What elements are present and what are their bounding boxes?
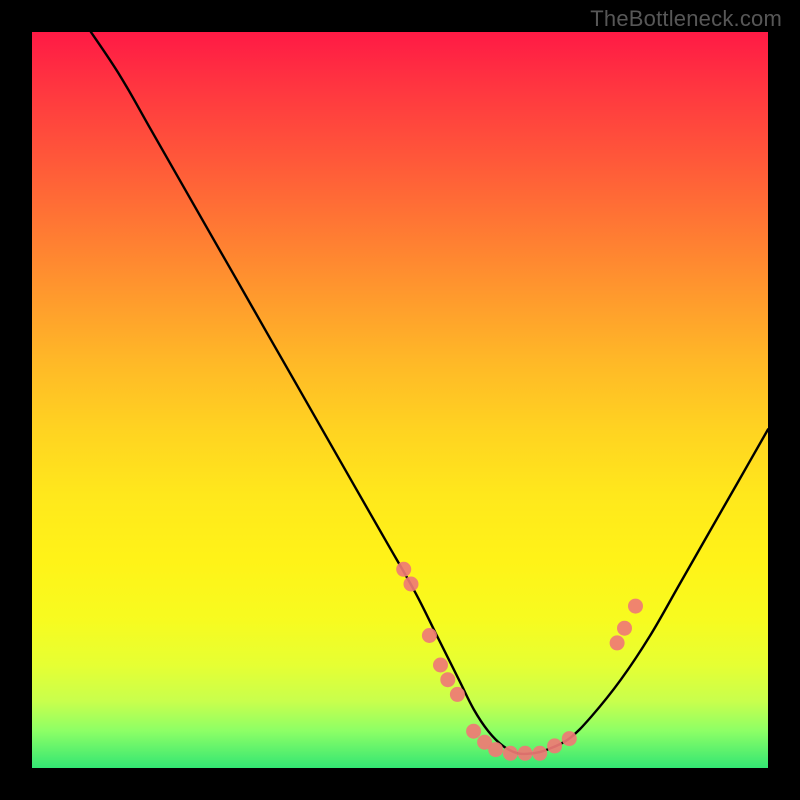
scatter-dot	[466, 724, 481, 739]
scatter-dot	[440, 672, 455, 687]
scatter-dot	[518, 746, 533, 761]
scatter-dot	[422, 628, 437, 643]
chart-frame: TheBottleneck.com	[0, 0, 800, 800]
plot-area	[32, 32, 768, 768]
scatter-dot	[610, 635, 625, 650]
scatter-dot	[503, 746, 518, 761]
scatter-dot	[628, 599, 643, 614]
scatter-dot	[532, 746, 547, 761]
scatter-dot	[450, 687, 465, 702]
scatter-dot	[488, 742, 503, 757]
watermark-text: TheBottleneck.com	[590, 6, 782, 32]
scatter-dot	[562, 731, 577, 746]
bottleneck-curve	[91, 32, 768, 754]
scatter-dots	[396, 562, 643, 761]
scatter-dot	[396, 562, 411, 577]
chart-svg	[32, 32, 768, 768]
scatter-dot	[404, 577, 419, 592]
scatter-dot	[433, 658, 448, 673]
scatter-dot	[617, 621, 632, 636]
scatter-dot	[547, 738, 562, 753]
